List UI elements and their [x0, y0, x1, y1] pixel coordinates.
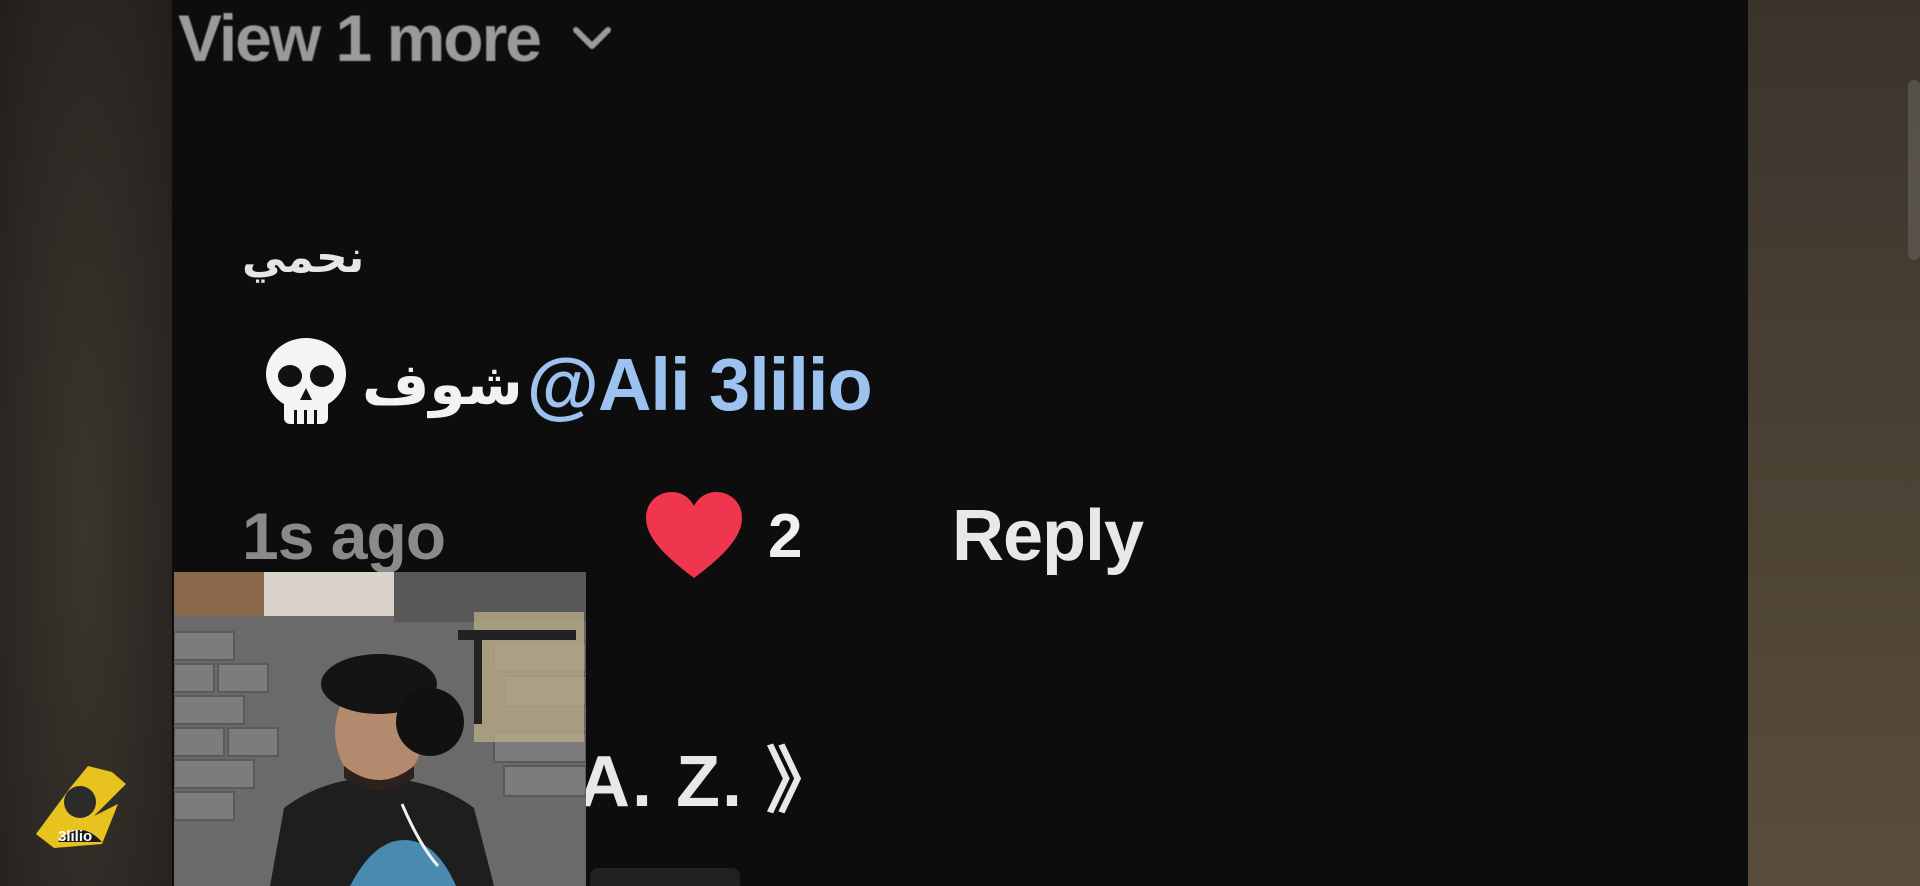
comment-arabic-text: شوف — [362, 352, 523, 417]
video-frame: View 1 more نحمي شوف @Ali 3lilio 1s ago … — [0, 0, 1920, 886]
comment-actions: 1s ago 2 Reply — [242, 490, 1144, 582]
next-comment-text-cutoff — [590, 868, 740, 886]
webcam-overlay — [174, 572, 586, 886]
webcam-feed-image — [174, 572, 586, 886]
channel-logo-text: 3lilio — [58, 828, 93, 845]
reply-button[interactable]: Reply — [952, 495, 1144, 577]
view-more-replies-button[interactable]: View 1 more — [178, 0, 614, 76]
like-button[interactable]: 2 — [642, 490, 952, 582]
comment-body: شوف @Ali 3lilio — [254, 332, 873, 436]
next-comment-username[interactable]: A. Z. 》 — [578, 722, 840, 827]
background-left — [0, 0, 172, 886]
like-count: 2 — [768, 501, 803, 571]
view-more-label: View 1 more — [178, 1, 542, 75]
comment-timestamp: 1s ago — [242, 499, 446, 573]
background-right — [1748, 0, 1920, 886]
skull-emoji-icon — [266, 338, 346, 424]
comment-mention-link[interactable]: @Ali 3lilio — [527, 342, 873, 427]
comment-username[interactable]: نحمي — [242, 232, 364, 283]
chevron-down-icon — [572, 27, 611, 49]
heart-icon — [646, 492, 742, 578]
scrollbar[interactable] — [1908, 80, 1920, 260]
